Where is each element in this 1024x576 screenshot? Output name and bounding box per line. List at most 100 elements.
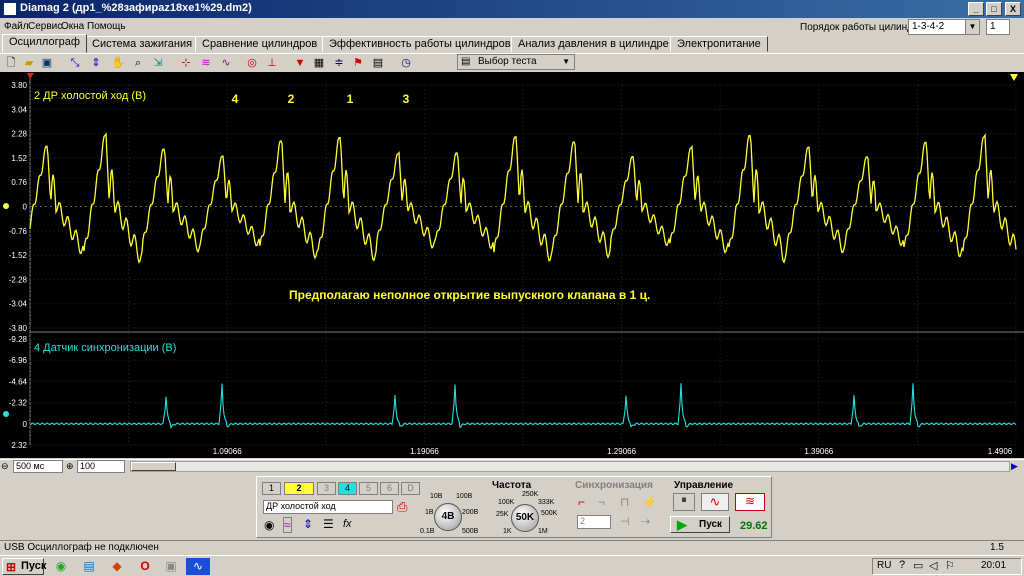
hand-tool-icon[interactable]: ✋ — [110, 55, 126, 71]
pause-button[interactable]: ⏸ — [673, 493, 695, 511]
zoom-out-icon[interactable]: ⊖ — [1, 461, 11, 472]
measure-icon[interactable]: ⇕ — [88, 55, 104, 71]
channel-d-button[interactable]: D — [401, 482, 420, 495]
freq-label-25k: 25K — [496, 511, 509, 518]
fps-readout: 29.62 — [740, 520, 768, 532]
cursor-mode-icon[interactable]: ⤡ — [67, 55, 83, 71]
close-button[interactable]: X — [1005, 2, 1021, 16]
sync-right-icon[interactable]: ⇢ — [641, 515, 650, 528]
auto-fit-icon[interactable]: ⇲ — [150, 55, 166, 71]
notepad-icon[interactable]: ▤ — [80, 558, 98, 575]
flag-icon[interactable]: ⚑ — [350, 55, 366, 71]
time-tick-label: 1.09066 — [213, 447, 242, 456]
channel-5-button[interactable]: 5 — [359, 482, 378, 495]
channel-1-button[interactable]: 1 — [262, 482, 281, 495]
trigger-icon[interactable]: ⚡ — [642, 495, 657, 509]
maximize-button[interactable]: □ — [986, 2, 1002, 16]
tab-ignition[interactable]: Система зажигания — [85, 36, 200, 52]
tab-power[interactable]: Электропитание — [670, 36, 768, 52]
invert-icon[interactable]: ⇕ — [303, 517, 313, 531]
oscilloscope-plot[interactable]: 2 ДР холостой ход (В) 4 Датчик синхрониз… — [0, 72, 1024, 458]
minimize-button[interactable]: _ — [968, 2, 984, 16]
noise-mode-icon[interactable]: ≋ — [735, 493, 765, 511]
sync-channel-select[interactable]: 2 — [577, 515, 611, 529]
waves-icon[interactable]: ≋ — [198, 55, 214, 71]
start-button[interactable]: ▶ Пуск — [670, 516, 730, 533]
test-select[interactable]: ▤ Выбор теста ▼ — [457, 54, 575, 70]
oscilloscope-display[interactable]: 2 ДР холостой ход (В) 4 Датчик синхрониз… — [0, 72, 1024, 458]
sync-left-icon[interactable]: ⊣ — [620, 515, 630, 528]
cylinder-marker: 1 — [347, 92, 354, 106]
timer-icon[interactable]: ◷ — [398, 55, 414, 71]
volume-icon[interactable]: ◁ — [929, 559, 937, 572]
overlay-icon[interactable]: ⊹ — [178, 55, 194, 71]
channel-name-input[interactable]: ДР холостой ход — [263, 500, 393, 514]
menu-file[interactable]: Файл — [4, 21, 29, 32]
channel-6-button[interactable]: 6 — [380, 482, 399, 495]
filter-icon[interactable]: ▼ — [292, 55, 308, 71]
tab-cylinder-efficiency[interactable]: Эффективность работы цилиндров — [322, 36, 518, 52]
zoom-icon[interactable]: ⌕ — [130, 55, 146, 71]
zoom-in-icon[interactable]: ⊕ — [66, 461, 76, 472]
pulse-icon[interactable]: ⊓ — [620, 495, 629, 509]
timebase-select[interactable]: 500 мс — [13, 460, 63, 473]
help-icon[interactable]: ? — [899, 559, 905, 571]
sine-mode-icon[interactable]: ∿ — [701, 493, 729, 511]
tool-icon[interactable]: ◆ — [108, 558, 126, 575]
test-select-label: Выбор теста — [478, 56, 537, 67]
print-icon[interactable]: ⎙ — [397, 499, 407, 515]
scrollbar-thumb[interactable] — [131, 462, 176, 471]
eye-icon[interactable]: ◉ — [264, 518, 274, 532]
flag-tray-icon[interactable]: ⚐ — [945, 559, 955, 572]
gain-knob[interactable]: 4В — [434, 503, 462, 531]
cylinder-index-stepper[interactable]: 1 — [986, 19, 1010, 35]
network-icon[interactable]: ▭ — [913, 559, 923, 572]
window-title: Diamag 2 (дp1_%28зaфиpaz18xe1%29.dm2) — [20, 2, 252, 14]
channel-2-button[interactable]: 2 — [284, 482, 314, 495]
waveform-icon[interactable]: ≈ — [283, 517, 292, 533]
scroll-right-icon[interactable]: ▶ — [1011, 461, 1018, 472]
signal-icon[interactable]: ∿ — [218, 55, 234, 71]
opera-icon[interactable]: O — [136, 558, 154, 575]
menu-windows[interactable]: Окна — [61, 21, 84, 32]
new-file-icon[interactable]: 🗋 — [3, 55, 19, 71]
axis-ticks: 3.80 3.04 2.28 1.52 0.76 0 -0.76 -1.52 -2.28 -3.0… — [9, 81, 1013, 456]
tab-oscilloscope[interactable]: Осциллограф — [2, 34, 87, 53]
frequency-knob[interactable]: 50K — [511, 504, 539, 532]
lines-icon[interactable]: ☰ — [323, 517, 334, 531]
table-icon[interactable]: ▦ — [311, 55, 327, 71]
falling-edge-icon[interactable]: ¬ — [598, 495, 605, 509]
zoom-select[interactable]: 100 — [77, 460, 125, 473]
start-button-label: Пуск — [699, 519, 723, 530]
media-icon[interactable]: ▣ — [162, 558, 180, 575]
marker-icon[interactable]: ⊥ — [264, 55, 280, 71]
chrome-icon[interactable]: ◉ — [52, 558, 70, 575]
ch4-zero-marker — [3, 411, 9, 417]
menu-service[interactable]: Сервис — [28, 21, 62, 32]
timebase-bar: ⊖ 500 мс ⊕ 100 ▶ — [0, 459, 1024, 473]
tab-cylinder-compare[interactable]: Сравнение цилиндров — [195, 36, 325, 52]
diamag-task-icon[interactable]: ∿ — [186, 558, 210, 575]
windows-start-button[interactable]: ⊞ Пуск — [2, 558, 47, 575]
menu-help[interactable]: Помощь — [87, 21, 126, 32]
rising-edge-icon[interactable]: ⌐ — [578, 495, 585, 509]
channel-4-button[interactable]: 4 — [338, 482, 357, 495]
freq-label-1m: 1M — [538, 528, 548, 535]
status-right: 1.5 — [990, 542, 1004, 553]
save-icon[interactable]: ▣ — [39, 55, 55, 71]
time-tick-label: 1.4906 — [988, 447, 1013, 456]
windows-start-label: Пуск — [21, 560, 47, 572]
app-icon — [3, 2, 17, 16]
page-icon[interactable]: ▤ — [370, 55, 386, 71]
language-indicator[interactable]: RU — [877, 560, 891, 571]
tab-pressure-analysis[interactable]: Анализ давления в цилиндре — [511, 36, 676, 52]
horizontal-scrollbar[interactable] — [130, 461, 1010, 472]
cylinder-order-select[interactable]: 1-3-4-2 ▼ — [908, 19, 980, 35]
split-icon[interactable]: ≑ — [331, 55, 347, 71]
function-icon[interactable]: fx — [343, 518, 352, 530]
open-folder-icon[interactable]: ▰ — [21, 55, 37, 71]
auto-button-icon[interactable]: ◎ — [244, 55, 260, 71]
freq-label-250k: 250K — [522, 491, 539, 498]
ch2-tick-label: -3.04 — [9, 300, 28, 309]
channel-3-button[interactable]: 3 — [317, 482, 336, 495]
